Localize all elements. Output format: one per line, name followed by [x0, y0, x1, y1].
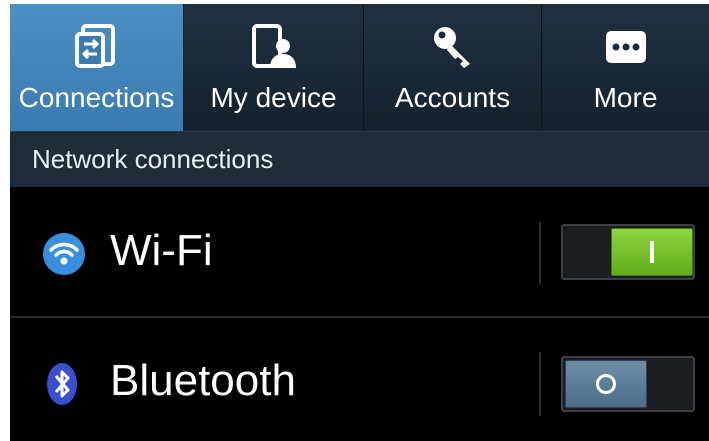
toggle-off-mark [596, 374, 616, 394]
wifi-label: Wi-Fi [110, 226, 213, 275]
tab-accounts-label: Accounts [394, 82, 511, 113]
my-device-icon [250, 22, 298, 72]
tab-my-device-label: My device [210, 82, 337, 113]
tab-my-device[interactable]: My device [184, 4, 364, 131]
tab-connections[interactable]: Connections [10, 4, 184, 131]
settings-screen: Connections My device Accounts More Netw… [10, 4, 709, 441]
bluetooth-toggle[interactable] [561, 356, 695, 412]
tab-accounts[interactable]: Accounts [364, 4, 542, 131]
tab-connections-label: Connections [18, 82, 175, 113]
wifi-icon [42, 232, 86, 281]
toggle-on-mark [650, 241, 654, 263]
bluetooth-icon [46, 362, 78, 411]
bluetooth-label: Bluetooth [110, 356, 296, 405]
bluetooth-toggle-knob [565, 360, 647, 408]
section-header-network: Network connections [10, 131, 709, 187]
tab-more-label: More [593, 82, 658, 113]
section-title: Network connections [32, 144, 274, 174]
accounts-icon [430, 22, 476, 72]
bluetooth-row[interactable]: Bluetooth [10, 318, 709, 441]
connections-icon [74, 22, 119, 72]
wifi-toggle[interactable] [561, 224, 695, 280]
wifi-row[interactable]: Wi-Fi [10, 186, 709, 316]
tab-more[interactable]: More [542, 4, 709, 131]
divider [539, 352, 541, 416]
settings-tab-bar: Connections My device Accounts More [10, 4, 709, 131]
wifi-toggle-knob [611, 228, 693, 276]
more-icon [604, 22, 648, 72]
divider [539, 222, 541, 284]
